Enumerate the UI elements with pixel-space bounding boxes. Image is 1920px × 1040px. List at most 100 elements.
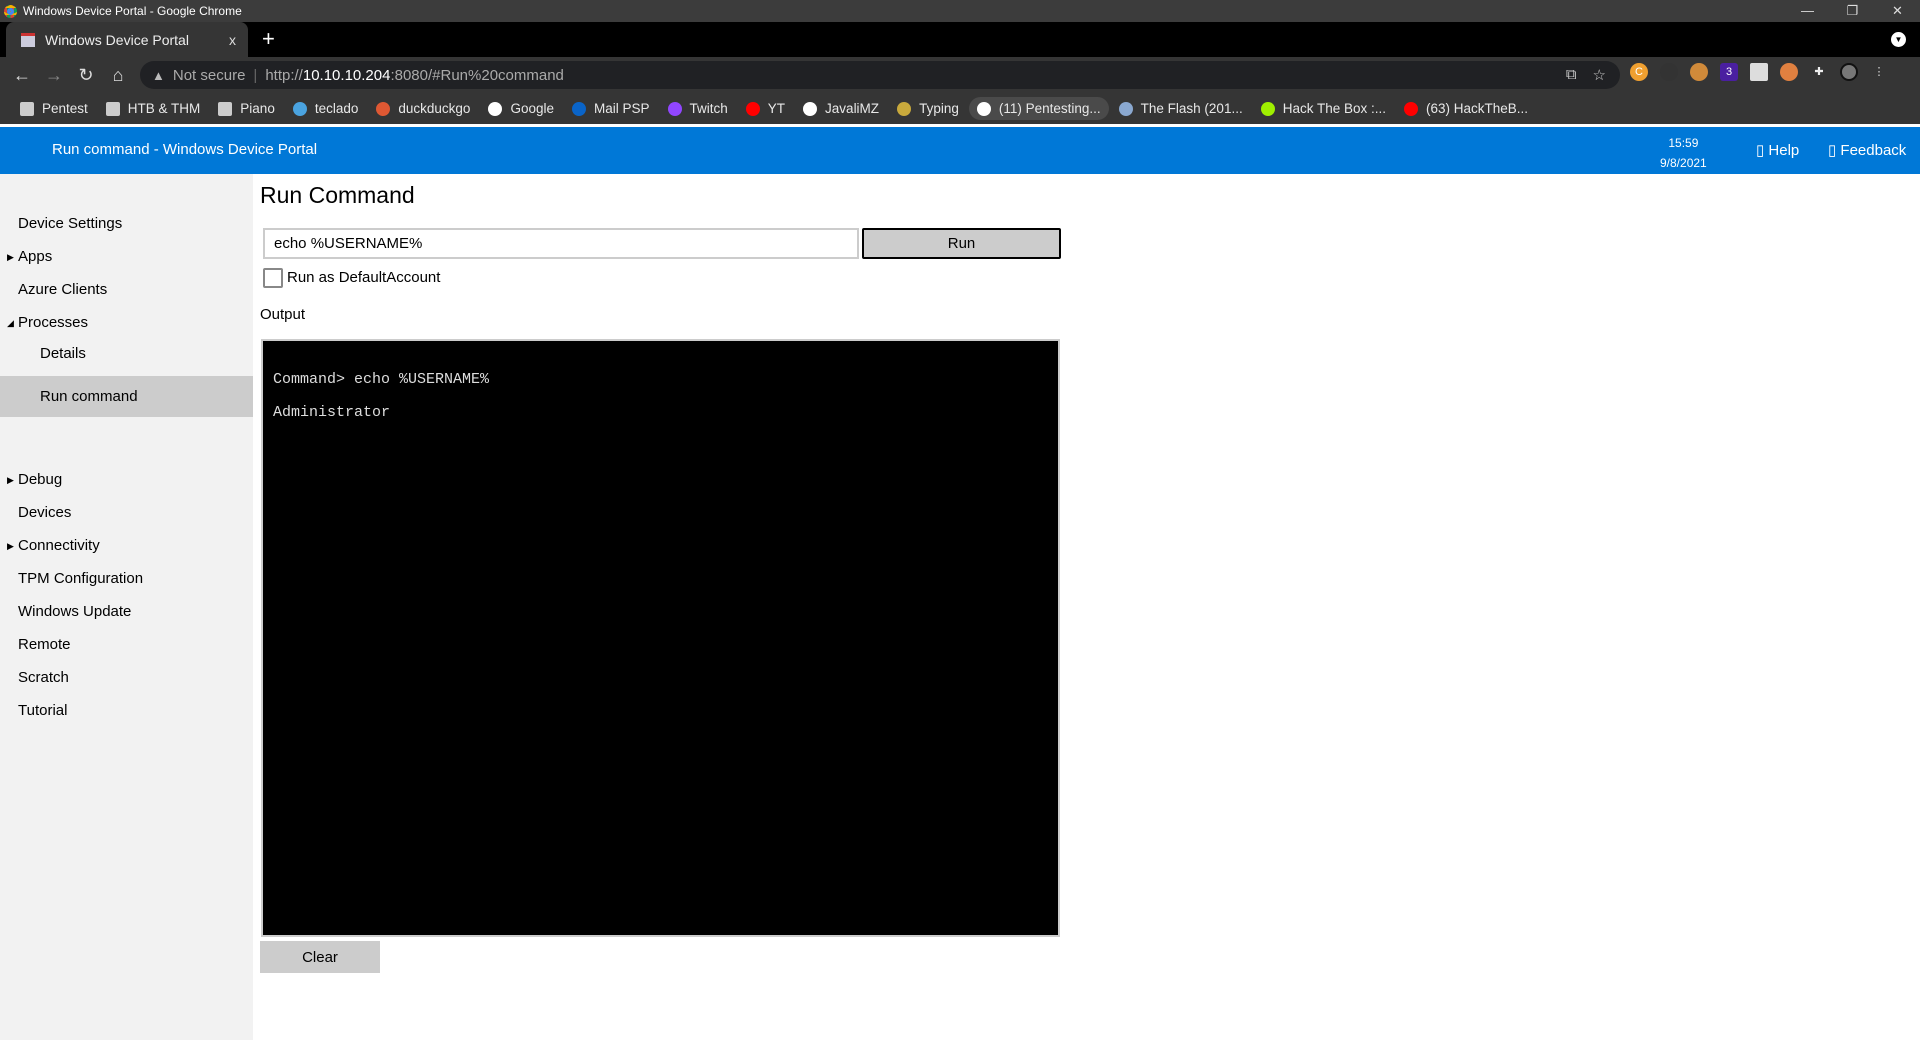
bookmark-star-icon[interactable]: ☆ <box>1593 66 1606 84</box>
sidebar-item-device-settings[interactable]: Device Settings <box>0 215 253 232</box>
extension-clipboard-icon[interactable] <box>1750 63 1768 81</box>
forward-arrow-icon[interactable]: → <box>38 65 70 86</box>
flash-icon <box>1118 101 1133 116</box>
portal-favicon-icon <box>21 32 35 47</box>
sidebar-item-label: TPM Configuration <box>18 570 144 587</box>
google-icon <box>488 101 503 116</box>
bookmark-label: teclado <box>314 101 359 116</box>
menu-kebab-icon[interactable]: ⋮ <box>1870 63 1888 81</box>
bookmark-item[interactable]: Typing <box>889 97 967 120</box>
output-label: Output <box>260 306 306 323</box>
extension-hat-icon[interactable] <box>1660 63 1678 81</box>
reload-icon[interactable]: ↻ <box>70 65 102 86</box>
help-link[interactable]: ▯ Help <box>1756 141 1799 159</box>
bookmark-item[interactable]: Pentest <box>12 97 96 120</box>
bookmark-item[interactable]: The Flash (201... <box>1111 97 1251 120</box>
expand-arrow-icon: ▶ <box>7 475 14 485</box>
bookmark-item[interactable]: Twitch <box>660 97 736 120</box>
security-label: Not secure <box>172 66 246 84</box>
close-window-button[interactable]: ✕ <box>1875 0 1920 22</box>
folder-icon <box>20 101 34 116</box>
sidebar-item-label: Remote <box>18 636 71 653</box>
address-bar[interactable]: ▲ Not secure | http://10.10.10.204:8080/… <box>140 61 1620 89</box>
bookmark-item[interactable]: Hack The Box :... <box>1253 97 1394 120</box>
bookmark-item[interactable]: teclado <box>285 97 367 120</box>
bookmark-label: duckduckgo <box>398 101 471 116</box>
bookmark-item[interactable]: (11) Pentesting... <box>968 97 1109 120</box>
bookmark-item[interactable]: Google <box>480 97 562 120</box>
header-time: 15:59 <box>1668 136 1699 150</box>
sidebar-item-label: Device Settings <box>18 215 123 232</box>
globe-icon <box>976 101 991 116</box>
sidebar-item-devices[interactable]: Devices <box>0 504 253 521</box>
tab-close-icon[interactable]: x <box>229 32 236 48</box>
bookmark-item[interactable]: duckduckgo <box>368 97 478 120</box>
sidebar-item-remote[interactable]: Remote <box>0 636 253 653</box>
tab-windows-device-portal[interactable]: Windows Device Portal x <box>6 22 248 57</box>
sidebar-item-label: Debug <box>18 471 63 488</box>
profile-avatar[interactable] <box>1840 63 1858 81</box>
output-line: Administrator <box>273 404 391 421</box>
home-icon[interactable]: ⌂ <box>102 65 134 86</box>
extensions-puzzle-icon[interactable]: ✚ <box>1810 63 1828 81</box>
bookmark-item[interactable]: YT <box>738 97 793 120</box>
output-console: Command> echo %USERNAME% Administrator <box>261 339 1060 937</box>
url-host: 10.10.10.204 <box>302 66 391 84</box>
sidebar-item-apps[interactable]: ▶ Apps <box>0 248 253 265</box>
new-tab-button[interactable]: + <box>262 26 275 52</box>
page-title: Run Command <box>260 182 415 208</box>
run-as-default-checkbox[interactable] <box>263 268 283 288</box>
bookmark-label: The Flash (201... <box>1140 101 1243 116</box>
back-arrow-icon[interactable]: ← <box>6 65 38 86</box>
sidebar-item-tutorial[interactable]: Tutorial <box>0 702 253 719</box>
tab-search-icon[interactable]: ▼ <box>1891 32 1906 47</box>
youtube-icon <box>745 101 760 116</box>
header-title: Run command - Windows Device Portal <box>52 141 318 158</box>
url-scheme: http:// <box>265 66 303 84</box>
sidebar-item-azure-clients[interactable]: Azure Clients <box>0 281 253 298</box>
sidebar-item-label: Azure Clients <box>18 281 108 298</box>
translate-icon[interactable]: ⧉ <box>1566 66 1577 84</box>
bookmark-item[interactable]: HTB & THM <box>98 97 209 120</box>
sidebar-item-label: Details <box>40 345 86 362</box>
feedback-icon: ▯ <box>1828 142 1841 159</box>
collapse-arrow-icon: ◢ <box>7 318 14 328</box>
sidebar-item-label: Windows Update <box>18 603 132 620</box>
bookmark-item[interactable]: Mail PSP <box>564 97 658 120</box>
extension-badge-icon[interactable]: 3 <box>1720 63 1738 81</box>
extension-orange-icon[interactable] <box>1780 63 1798 81</box>
sidebar-nav: Device Settings ▶ Apps Azure Clients ◢ Proces… <box>0 174 253 1040</box>
bookmark-label: (11) Pentesting... <box>998 101 1101 116</box>
command-input[interactable] <box>263 228 859 259</box>
extension-cplus-icon[interactable]: C <box>1630 63 1648 81</box>
sidebar-item-details[interactable]: Details <box>0 345 253 362</box>
sidebar-item-tpm-configuration[interactable]: TPM Configuration <box>0 570 253 587</box>
run-button[interactable]: Run <box>862 228 1061 259</box>
bookmark-item[interactable]: (63) HackTheB... <box>1396 97 1536 120</box>
clear-button[interactable]: Clear <box>260 941 380 973</box>
feedback-link[interactable]: ▯ Feedback <box>1828 141 1906 159</box>
bookmark-label: Twitch <box>689 101 728 116</box>
sidebar-item-run-command[interactable]: Run command <box>0 376 253 417</box>
sidebar-item-processes[interactable]: ◢ Processes <box>0 314 253 331</box>
extension-cookie-icon[interactable] <box>1690 63 1708 81</box>
bookmark-item[interactable]: Piano <box>210 97 283 120</box>
minimize-button[interactable]: — <box>1785 0 1830 22</box>
sidebar-item-scratch[interactable]: Scratch <box>0 669 253 686</box>
sidebar-item-label: Run command <box>40 388 138 405</box>
outlook-icon <box>571 101 586 116</box>
bookmarks-bar: Pentest HTB & THM Piano teclado duckduckgo Go… <box>0 93 1920 124</box>
toolbar: ← → ↻ ⌂ ▲ Not secure | http://10.10.10.2… <box>0 57 1920 93</box>
expand-arrow-icon: ▶ <box>7 541 14 551</box>
sidebar-item-label: Devices <box>18 504 72 521</box>
duckduckgo-icon <box>376 101 391 116</box>
bookmark-item[interactable]: JavaliMZ <box>795 97 887 120</box>
sidebar-item-windows-update[interactable]: Windows Update <box>0 603 253 620</box>
sidebar-item-debug[interactable]: ▶ Debug <box>0 471 253 488</box>
bookmark-label: YT <box>767 101 786 116</box>
restore-button[interactable]: ❐ <box>1830 0 1875 22</box>
window-title: Windows Device Portal - Google Chrome <box>23 4 242 18</box>
teclado-icon <box>292 101 307 116</box>
expand-arrow-icon: ▶ <box>7 252 14 262</box>
sidebar-item-connectivity[interactable]: ▶ Connectivity <box>0 537 253 554</box>
